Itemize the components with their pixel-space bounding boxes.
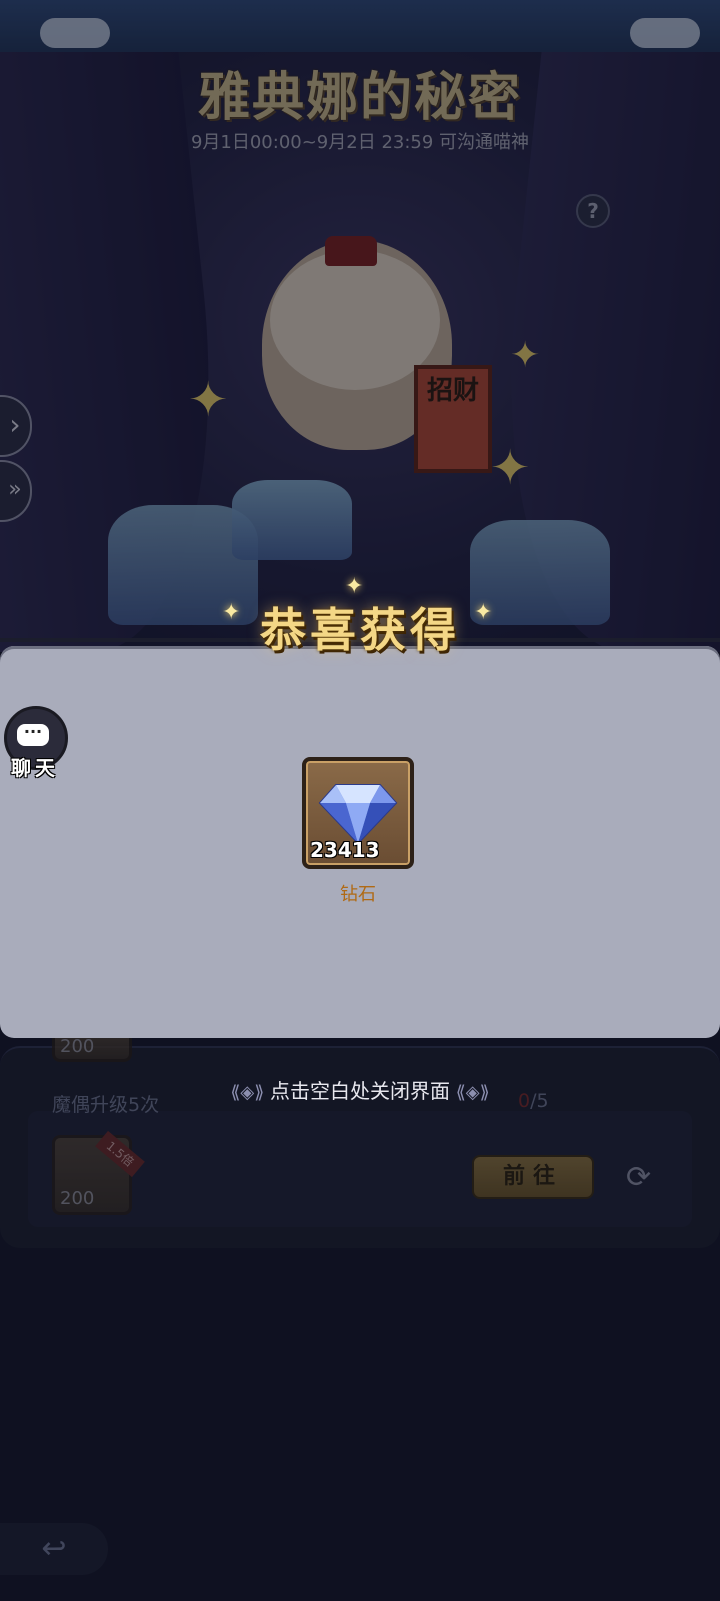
go-button[interactable]: 前往 [472, 1155, 594, 1199]
ornament-icon: ⟪◈⟫ [230, 1082, 270, 1103]
refresh-icon[interactable]: ⟳ [626, 1160, 651, 1195]
star-sparkle-icon: ✦ [345, 574, 364, 599]
close-hint: ⟪◈⟫ 点击空白处关闭界面 ⟪◈⟫ [0, 1075, 720, 1104]
close-hint-text: 点击空白处关闭界面 [270, 1079, 450, 1103]
sparkle-icon: ✦ [188, 372, 229, 428]
big-diamond [232, 480, 352, 560]
cloud-decoration [630, 18, 700, 48]
star-sparkle-icon: ✦ [222, 600, 241, 625]
star-sparkle-icon: ✦ [474, 600, 493, 625]
cloud-decoration [40, 18, 110, 48]
fortune-scroll-sign: 招财 [414, 365, 492, 473]
congrats-title: 恭喜获得 [260, 603, 460, 657]
back-arrow-icon[interactable]: ↩ [0, 1523, 108, 1575]
event-time-range: 9月1日00:00~9月2日 23:59 可沟通喵神 [190, 132, 530, 153]
event-title: 雅典娜的秘密 [197, 67, 522, 128]
ornament-icon: ⟪◈⟫ [450, 1082, 490, 1103]
chat-label: 聊天 [11, 756, 59, 780]
reward-count: 23413 [310, 838, 380, 862]
sparkle-icon: ✦ [490, 440, 531, 496]
sparkle-icon: ✦ [510, 335, 541, 376]
lucky-cat-hat [325, 236, 377, 266]
chat-bubble-icon: ··· [17, 724, 49, 746]
prev-task-reward-count: 200 [60, 1036, 95, 1057]
task-reward-count: 200 [60, 1188, 95, 1209]
help-icon[interactable]: ? [576, 194, 610, 228]
reward-name: 钻石 [340, 884, 376, 905]
